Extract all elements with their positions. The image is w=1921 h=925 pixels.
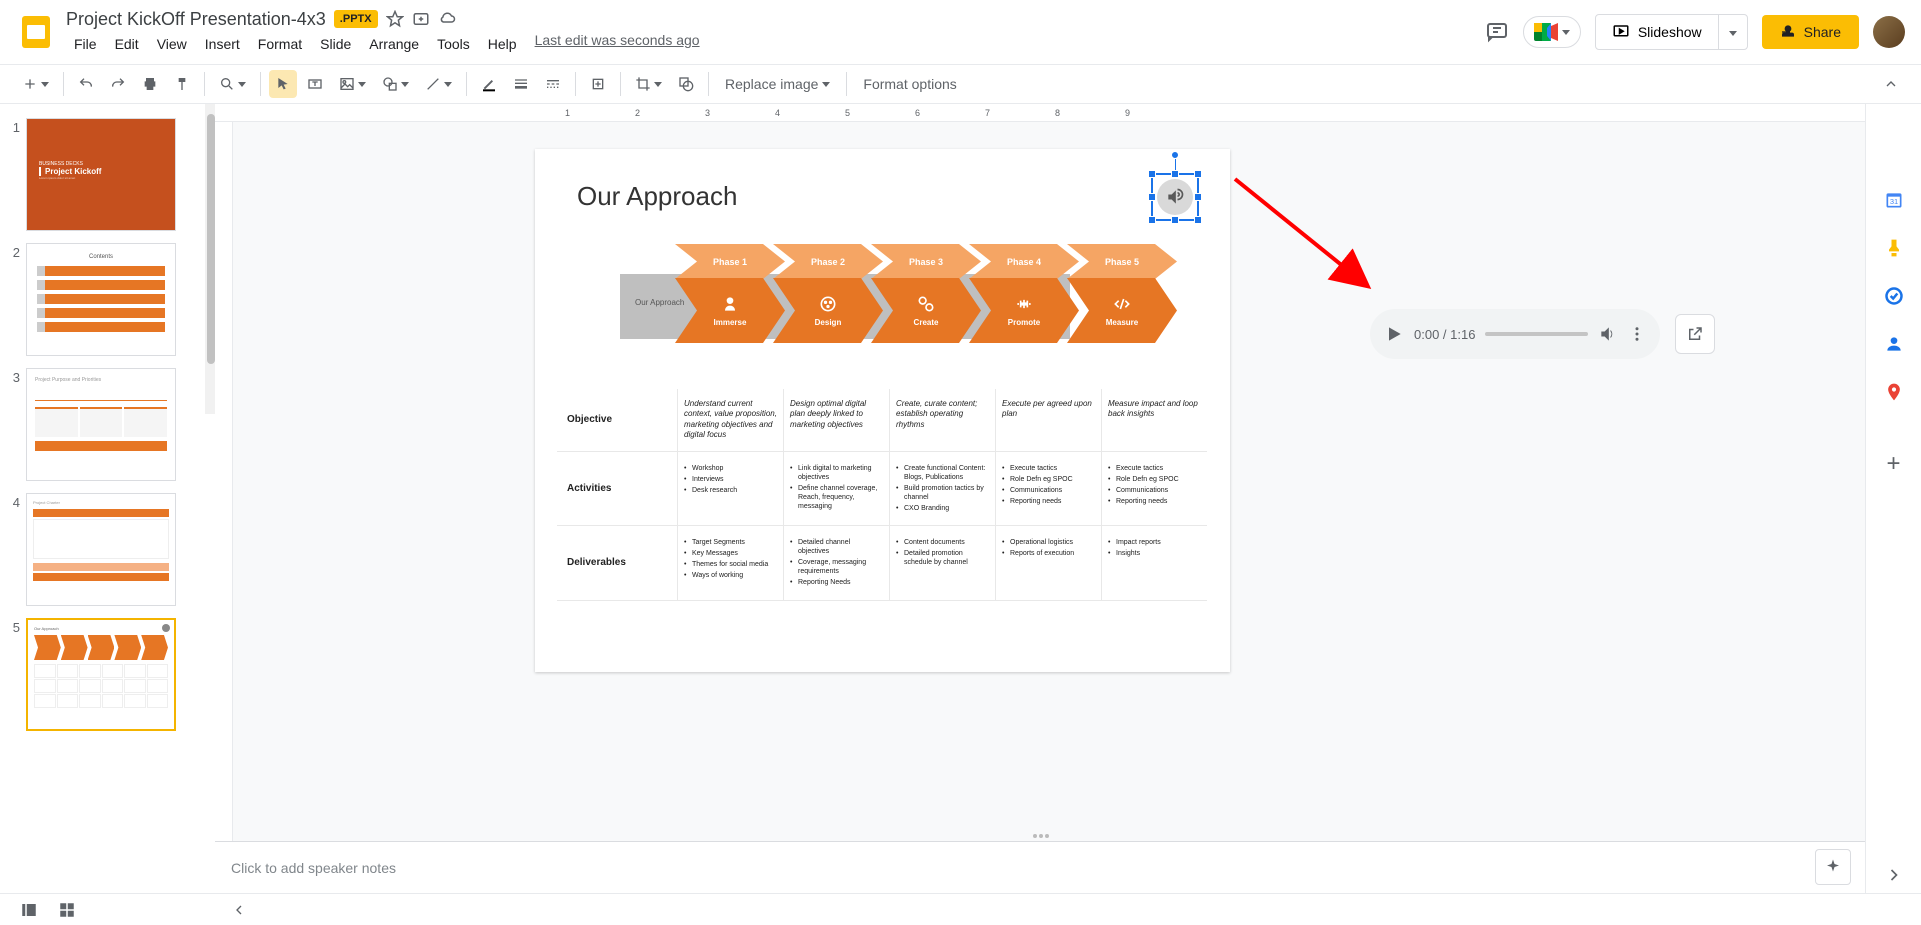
slide-canvas[interactable]: Our Approach Our Approach Phase 1 Immers… — [535, 149, 1230, 672]
zoom-button[interactable] — [213, 70, 252, 98]
slideshow-button[interactable]: Slideshow — [1596, 15, 1719, 49]
ruler-horizontal: 123 456 789 — [215, 104, 1921, 122]
phase-4[interactable]: Phase 4 Promote — [969, 244, 1079, 369]
paint-format-button[interactable] — [168, 70, 196, 98]
doc-title[interactable]: Project KickOff Presentation-4x3 — [66, 9, 326, 30]
user-avatar[interactable] — [1873, 16, 1905, 48]
menu-slide[interactable]: Slide — [312, 32, 359, 56]
slide-thumb-2[interactable]: 2 Contents — [10, 243, 215, 356]
popout-button[interactable] — [1675, 314, 1715, 354]
audio-time: 0:00 / 1:16 — [1414, 327, 1475, 342]
volume-icon[interactable] — [1598, 324, 1618, 344]
filmstrip[interactable]: 1 BUSINESS DECKS Project Kickoff Lorem i… — [0, 104, 215, 925]
menu-format[interactable]: Format — [250, 32, 310, 56]
last-edit-link[interactable]: Last edit was seconds ago — [535, 32, 700, 56]
menu-view[interactable]: View — [149, 32, 195, 56]
side-panel: 31 + — [1865, 104, 1921, 925]
menu-tools[interactable]: Tools — [429, 32, 478, 56]
filmstrip-view-icon[interactable] — [20, 901, 38, 919]
shape-tool[interactable] — [376, 70, 415, 98]
addons-button[interactable]: + — [1886, 450, 1900, 478]
motion-button[interactable] — [584, 70, 612, 98]
phase-5[interactable]: Phase 5 Measure — [1067, 244, 1177, 369]
slides-logo[interactable] — [16, 12, 56, 52]
sidepanel-collapse-icon[interactable] — [1884, 865, 1904, 885]
keep-icon[interactable] — [1884, 238, 1904, 258]
menu-bar: File Edit View Insert Format Slide Arran… — [66, 32, 1485, 56]
slide-thumb-5[interactable]: 5 Our Approach — [10, 618, 215, 731]
menu-insert[interactable]: Insert — [197, 32, 248, 56]
audio-player: 0:00 / 1:16 — [1370, 309, 1660, 359]
ruler-vertical — [215, 122, 233, 925]
undo-button[interactable] — [72, 70, 100, 98]
slide-thumb-4[interactable]: 4 Project Charter — [10, 493, 215, 606]
notes-resize-handle[interactable] — [1033, 834, 1049, 838]
comments-icon[interactable] — [1485, 20, 1509, 44]
slide-thumb-1[interactable]: 1 BUSINESS DECKS Project Kickoff Lorem i… — [10, 118, 215, 231]
header: Project KickOff Presentation-4x3 .PPTX F… — [0, 0, 1921, 64]
tasks-icon[interactable] — [1884, 286, 1904, 306]
phase-3[interactable]: Phase 3 Create — [871, 244, 981, 369]
border-dash-button[interactable] — [539, 70, 567, 98]
bottom-bar — [0, 893, 1921, 925]
slideshow-label: Slideshow — [1638, 24, 1702, 40]
arrow-annotation — [1225, 169, 1385, 299]
share-label: Share — [1804, 24, 1841, 40]
audio-track[interactable] — [1485, 332, 1588, 336]
redo-button[interactable] — [104, 70, 132, 98]
meet-button[interactable] — [1523, 16, 1581, 48]
canvas-area[interactable]: 123 456 789 Our Approach Our Approach Ph… — [215, 104, 1921, 925]
phase-1[interactable]: Phase 1 Immerse — [675, 244, 785, 369]
svg-text:31: 31 — [1889, 197, 1897, 206]
cloud-icon[interactable] — [438, 10, 456, 28]
notes-placeholder: Click to add speaker notes — [231, 860, 396, 876]
menu-arrange[interactable]: Arrange — [361, 32, 427, 56]
collapse-toolbar-button[interactable] — [1877, 70, 1905, 98]
workspace: 1 BUSINESS DECKS Project Kickoff Lorem i… — [0, 104, 1921, 925]
replace-image-button[interactable]: Replace image — [717, 72, 838, 96]
pptx-badge: .PPTX — [334, 10, 378, 28]
audio-object[interactable] — [1157, 179, 1193, 215]
new-slide-button[interactable] — [16, 70, 55, 98]
phase-2[interactable]: Phase 2 Design — [773, 244, 883, 369]
slide-thumb-3[interactable]: 3 Project Purpose and Priorities — [10, 368, 215, 481]
contacts-icon[interactable] — [1884, 334, 1904, 354]
image-tool[interactable] — [333, 70, 372, 98]
grid-view-icon[interactable] — [58, 901, 76, 919]
calendar-icon[interactable]: 31 — [1884, 190, 1904, 210]
print-button[interactable] — [136, 70, 164, 98]
mask-button[interactable] — [672, 70, 700, 98]
slide-title[interactable]: Our Approach — [577, 181, 737, 212]
rotate-handle[interactable] — [1171, 151, 1179, 159]
toolbar: Replace image Format options — [0, 64, 1921, 104]
crop-button[interactable] — [629, 70, 668, 98]
select-tool[interactable] — [269, 70, 297, 98]
menu-help[interactable]: Help — [480, 32, 525, 56]
selection-box — [1151, 173, 1199, 221]
line-tool[interactable] — [419, 70, 458, 98]
play-button[interactable] — [1384, 324, 1404, 344]
maps-icon[interactable] — [1884, 382, 1904, 402]
menu-edit[interactable]: Edit — [107, 32, 147, 56]
filmstrip-collapse-icon[interactable] — [231, 902, 247, 918]
move-icon[interactable] — [412, 10, 430, 28]
chevron-row: Our Approach Phase 1 Immerse Phase 2 Des… — [620, 244, 1200, 364]
approach-matrix[interactable]: Objective Understand current context, va… — [557, 389, 1207, 601]
star-icon[interactable] — [386, 10, 404, 28]
textbox-tool[interactable] — [301, 70, 329, 98]
audio-more-icon[interactable] — [1628, 325, 1646, 343]
border-weight-button[interactable] — [507, 70, 535, 98]
slideshow-dropdown[interactable] — [1719, 15, 1747, 49]
menu-file[interactable]: File — [66, 32, 105, 56]
format-options-button[interactable]: Format options — [855, 72, 964, 96]
border-color-button[interactable] — [475, 70, 503, 98]
speaker-notes[interactable]: Click to add speaker notes — [215, 841, 1866, 893]
share-button[interactable]: Share — [1762, 15, 1859, 49]
explore-button[interactable] — [1815, 849, 1851, 885]
